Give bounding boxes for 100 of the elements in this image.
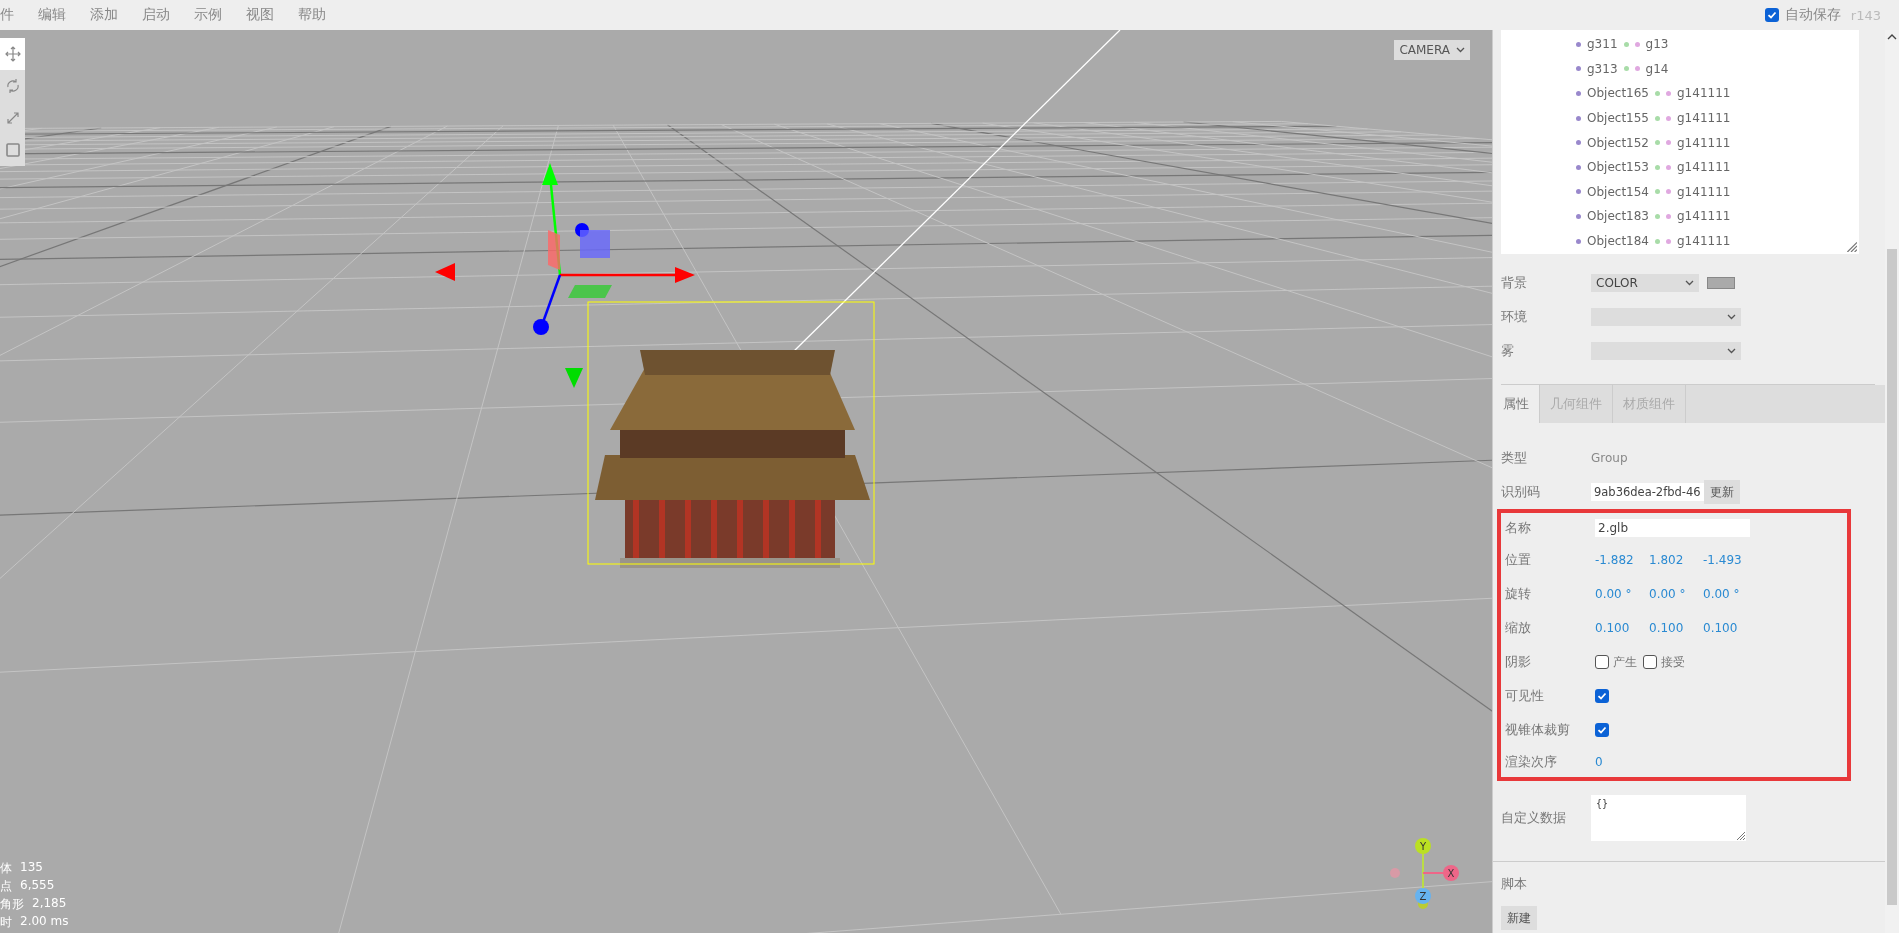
property-label: 名称 xyxy=(1505,519,1532,537)
object-name[interactable]: Object184 xyxy=(1587,234,1649,249)
number-field[interactable]: 0.00 ° xyxy=(1649,587,1703,601)
object-dot-icon xyxy=(1576,140,1581,146)
menu-item[interactable]: 帮助 xyxy=(286,6,338,24)
checkbox[interactable] xyxy=(1595,723,1609,737)
object-name[interactable]: Object155 xyxy=(1587,111,1649,126)
geometry-dot-icon xyxy=(1655,140,1660,146)
number-field[interactable]: -1.882 xyxy=(1595,553,1649,567)
caret-icon xyxy=(1727,314,1736,320)
menu-item[interactable]: 件 xyxy=(0,6,26,24)
background-select[interactable]: COLOR xyxy=(1591,274,1699,292)
material-dot-icon xyxy=(1634,66,1640,72)
number-field[interactable]: 0.100 xyxy=(1595,621,1649,635)
panel-tab[interactable]: 属性 xyxy=(1493,385,1540,423)
material-name[interactable]: g141111 xyxy=(1677,209,1731,224)
menu-item[interactable]: 添加 xyxy=(78,6,130,24)
info-value: 6,555 xyxy=(20,878,55,894)
move-gizmo-drawing[interactable] xyxy=(435,163,695,388)
geometry-dot-icon xyxy=(1655,189,1660,195)
material-name[interactable]: g141111 xyxy=(1677,111,1731,126)
material-dot-icon xyxy=(1634,41,1640,47)
info-label: 体 xyxy=(0,860,12,877)
property-label: 缩放 xyxy=(1505,619,1532,637)
property-label: 阴影 xyxy=(1505,653,1532,671)
info-value: 2.00 ms xyxy=(20,914,69,930)
name-field[interactable]: 2.glb xyxy=(1595,519,1750,537)
color-swatch[interactable] xyxy=(1707,277,1735,289)
new-script-button[interactable]: 新建 xyxy=(1501,906,1537,930)
number-field[interactable]: 0.00 ° xyxy=(1595,587,1649,601)
scrollbar-thumb[interactable] xyxy=(1887,249,1897,905)
material-dot-icon xyxy=(1666,140,1671,146)
material-name[interactable]: g141111 xyxy=(1677,135,1731,150)
number-field[interactable]: 0.100 xyxy=(1703,621,1757,635)
dropdown-field[interactable] xyxy=(1591,342,1741,360)
menu-item[interactable]: 编辑 xyxy=(26,6,78,24)
material-name[interactable]: g141111 xyxy=(1677,184,1731,199)
dropdown-field[interactable] xyxy=(1591,308,1741,326)
camera-select[interactable]: CAMERA xyxy=(1394,40,1470,60)
section-title: 脚本 xyxy=(1501,875,1528,893)
info-label: 点 xyxy=(0,878,12,895)
geometry-dot-icon xyxy=(1623,66,1629,72)
scene-label: 背景 xyxy=(1501,274,1528,292)
scale-icon xyxy=(4,110,21,126)
checkbox[interactable] xyxy=(1643,655,1657,669)
number-field[interactable]: 0.100 xyxy=(1649,621,1703,635)
object-dot-icon xyxy=(1576,164,1581,170)
material-name[interactable]: g141111 xyxy=(1677,234,1731,249)
checkbox[interactable] xyxy=(1764,8,1779,22)
menu-item[interactable]: 启动 xyxy=(130,6,182,24)
object-name[interactable]: Object183 xyxy=(1587,209,1649,224)
property-label: 渲染次序 xyxy=(1505,753,1558,771)
object-name[interactable]: Object154 xyxy=(1587,184,1649,199)
material-name[interactable]: g141111 xyxy=(1677,160,1731,175)
material-name[interactable]: g13 xyxy=(1645,37,1669,52)
caret-icon xyxy=(1727,348,1736,354)
tool-button[interactable] xyxy=(0,70,25,102)
number-field[interactable]: 0.00 ° xyxy=(1703,587,1757,601)
scene-label: 环境 xyxy=(1501,308,1528,326)
menu-item[interactable]: 视图 xyxy=(234,6,286,24)
move-icon xyxy=(4,46,21,62)
geometry-dot-icon xyxy=(1655,213,1660,219)
caret-icon xyxy=(1685,280,1694,286)
object-dot-icon xyxy=(1576,91,1581,96)
object-dot-icon xyxy=(1576,213,1581,219)
object-name[interactable]: Object165 xyxy=(1587,86,1649,101)
info-value: 135 xyxy=(20,860,43,876)
check-icon xyxy=(1597,725,1607,735)
square-icon xyxy=(4,142,21,158)
object-name[interactable]: Object153 xyxy=(1587,160,1649,175)
caret-icon xyxy=(1456,47,1465,53)
property-label: 自定义数据 xyxy=(1501,809,1567,827)
number-field[interactable]: 1.802 xyxy=(1649,553,1703,567)
property-label: 类型 xyxy=(1501,449,1528,467)
info-label: 角形 xyxy=(0,896,24,913)
menu-item[interactable]: 示例 xyxy=(182,6,234,24)
info-value: 2,185 xyxy=(32,896,67,912)
tool-button[interactable] xyxy=(0,134,25,166)
axes-helper-drawing[interactable] xyxy=(1390,838,1459,909)
geometry-dot-icon xyxy=(1623,41,1629,47)
number-field[interactable]: -1.493 xyxy=(1703,553,1757,567)
object-dot-icon xyxy=(1576,238,1581,244)
material-name[interactable]: g14 xyxy=(1645,61,1669,76)
number-field[interactable]: 0 xyxy=(1595,755,1603,769)
property-label: 视锥体裁剪 xyxy=(1505,721,1571,739)
material-name[interactable]: g141111 xyxy=(1677,86,1731,101)
outliner-list[interactable]: g311 g13 g313 g14 Object165 g141111 Object155 g141111 Object152 g141111 Object153 g141111 Object154 g141111 Object183 g141111 Object184 g141111 xyxy=(1501,30,1859,254)
property-label: 可见性 xyxy=(1505,687,1545,705)
uuid-field[interactable]: 9ab36dea-2fbd-46 xyxy=(1591,483,1704,501)
object-name[interactable]: g313 xyxy=(1587,61,1618,76)
custom-data-field[interactable]: {} xyxy=(1591,795,1746,841)
object-name[interactable]: g311 xyxy=(1587,37,1618,52)
viewport[interactable]: CAMERA 体 135 点 6,555 角形 2,185 时 2.00 ms Y X Z xyxy=(0,30,1492,933)
checkbox[interactable] xyxy=(1595,655,1609,669)
tool-button[interactable] xyxy=(0,38,25,70)
checkbox[interactable] xyxy=(1595,689,1609,703)
renew-button[interactable]: 更新 xyxy=(1703,480,1740,504)
object-name[interactable]: Object152 xyxy=(1587,135,1649,150)
geometry-dot-icon xyxy=(1655,91,1660,96)
material-dot-icon xyxy=(1666,115,1671,121)
